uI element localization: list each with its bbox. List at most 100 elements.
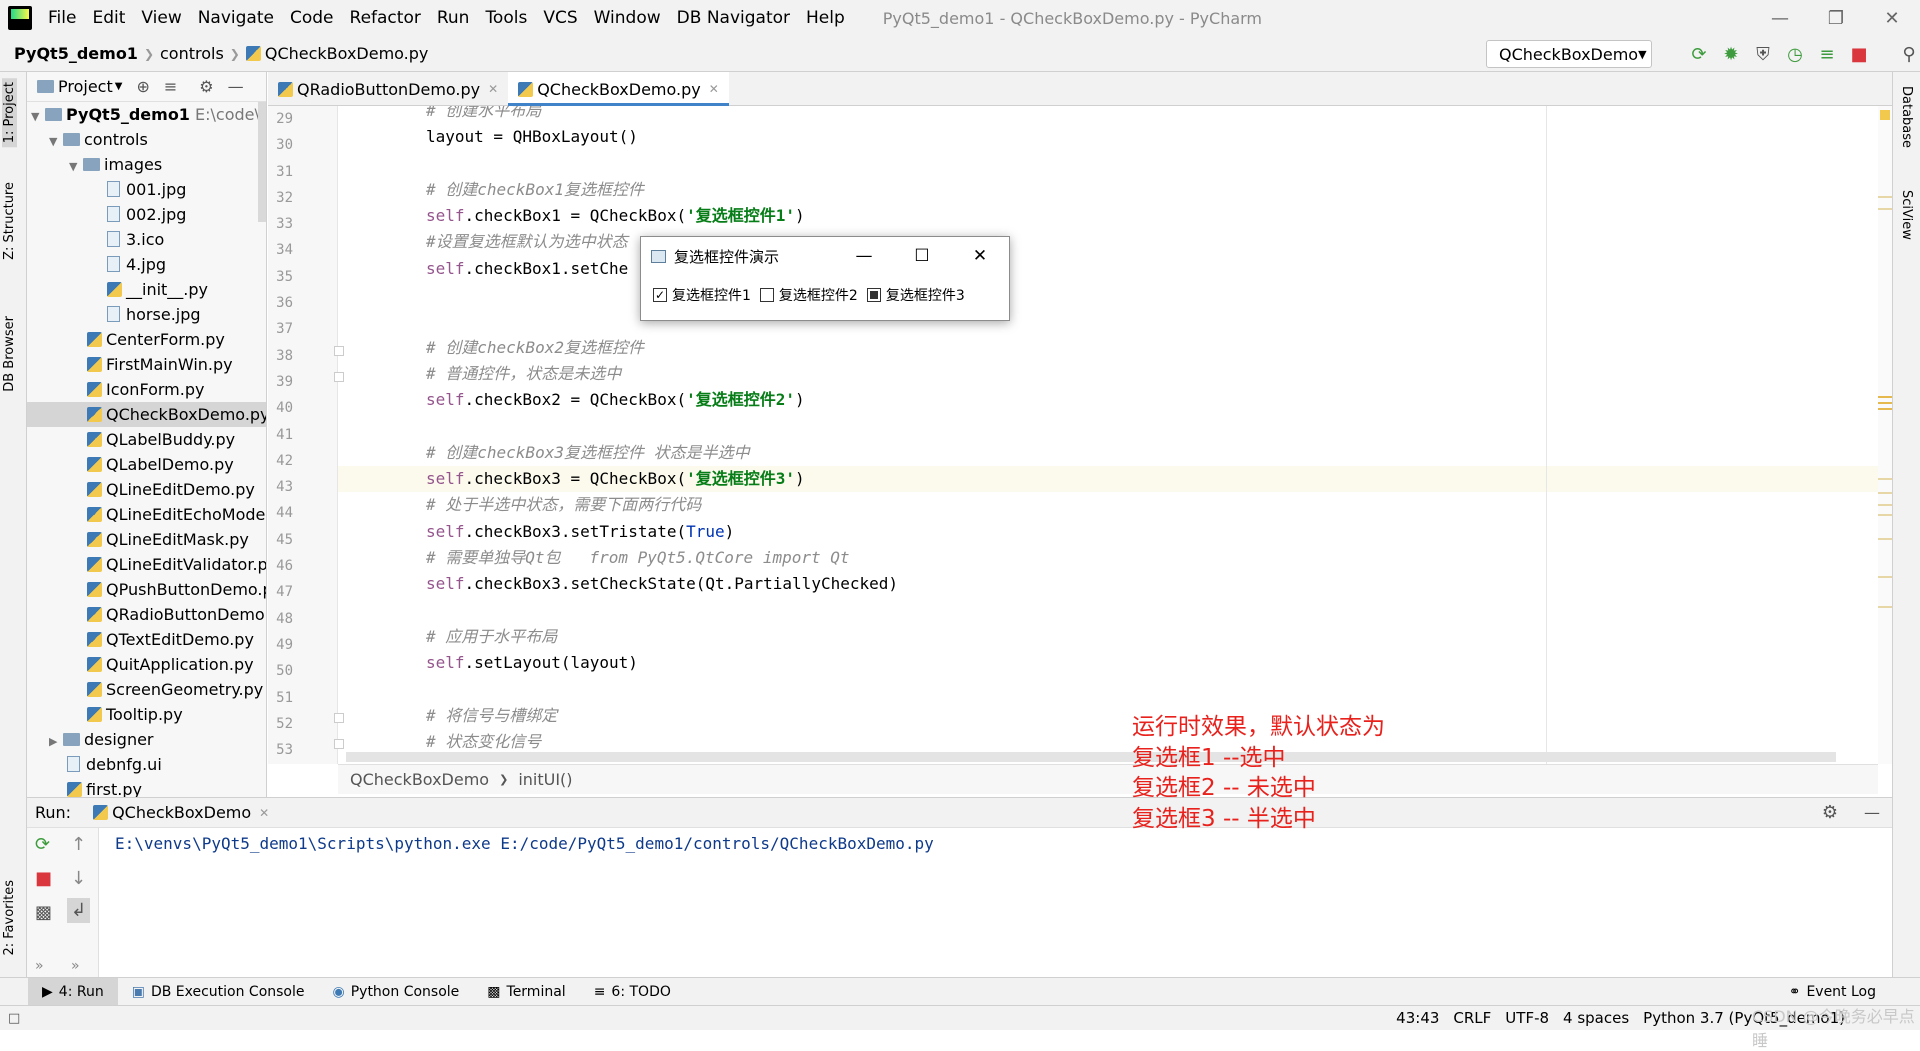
dialog-minimize-button[interactable]: — — [835, 237, 893, 275]
menu-run[interactable]: Run — [429, 0, 478, 36]
tree-node-file[interactable]: __init__.py — [27, 277, 266, 302]
search-icon[interactable]: ⚲ — [1898, 40, 1920, 68]
tab-terminal[interactable]: ▩ Terminal — [473, 978, 579, 1006]
tree-node-file[interactable]: QLineEditDemo.py — [27, 477, 266, 502]
menu-help[interactable]: Help — [798, 0, 853, 36]
tree-node-file[interactable]: QuitApplication.py — [27, 652, 266, 677]
coverage-icon[interactable]: ⛨ — [1752, 40, 1774, 68]
arrow-down-icon[interactable]: ↓ — [71, 868, 86, 889]
tree-node-file[interactable]: CenterForm.py — [27, 327, 266, 352]
hide-icon[interactable]: — — [228, 77, 244, 96]
rerun-icon[interactable]: ⟳ — [35, 834, 50, 855]
tree-node-file[interactable]: QTextEditDemo.py — [27, 627, 266, 652]
concurrency-icon[interactable]: ≡ — [1816, 40, 1838, 68]
tree-node-file[interactable]: IconForm.py — [27, 377, 266, 402]
file-encoding[interactable]: UTF-8 — [1498, 1009, 1556, 1027]
editor-horizontal-scrollbar[interactable] — [346, 752, 1836, 762]
tree-node-file[interactable]: QPushButtonDemo.p — [27, 577, 266, 602]
soft-wrap-icon[interactable]: ↲ — [67, 898, 91, 923]
tab-qradiobuttondemo[interactable]: QRadioButtonDemo.py ✕ — [268, 72, 508, 106]
menu-window[interactable]: Window — [586, 0, 669, 36]
tab-db-browser[interactable]: DB Browser — [2, 316, 17, 392]
tree-node-file[interactable]: 002.jpg — [27, 202, 266, 227]
layout-icon[interactable]: ▩ — [35, 902, 52, 923]
menu-file[interactable]: File — [40, 0, 84, 36]
tab-structure[interactable]: Z: Structure — [2, 182, 17, 260]
tab-sciview[interactable]: SciView — [1899, 190, 1914, 240]
tree-node-file[interactable]: 3.ico — [27, 227, 266, 252]
close-icon[interactable]: ✕ — [709, 82, 719, 96]
breadcrumb-class[interactable]: QCheckBoxDemo — [350, 770, 489, 789]
tree-node-file[interactable]: QRadioButtonDemo — [27, 602, 266, 627]
tree-node-controls[interactable]: ▼ controls — [27, 127, 266, 152]
stop-icon[interactable]: ■ — [35, 868, 52, 889]
tab-favorites[interactable]: 2: Favorites — [2, 880, 17, 956]
profile-icon[interactable]: ◷ — [1784, 40, 1806, 68]
tab-run[interactable]: ▶ 4: Run — [28, 977, 118, 1006]
tree-node-file[interactable]: horse.jpg — [27, 302, 266, 327]
menu-refactor[interactable]: Refactor — [342, 0, 429, 36]
tab-db-execution-console[interactable]: ▣ DB Execution Console — [118, 978, 319, 1006]
gear-icon[interactable]: ⚙ — [199, 77, 213, 96]
menu-edit[interactable]: Edit — [84, 0, 133, 36]
arrow-up-icon[interactable]: ↑ — [71, 834, 86, 855]
tree-node-designer[interactable]: ▶ designer — [27, 727, 266, 752]
minimize-button[interactable]: — — [1752, 0, 1808, 36]
tree-node-file[interactable]: QLabelBuddy.py — [27, 427, 266, 452]
breadcrumb-method[interactable]: initUI() — [518, 770, 572, 789]
caret-position[interactable]: 43:43 — [1389, 1009, 1446, 1027]
nav-project[interactable]: PyQt5_demo1 — [0, 44, 144, 63]
stop-icon[interactable]: ■ — [1848, 40, 1870, 68]
close-window-button[interactable]: ✕ — [1864, 0, 1920, 36]
tree-node-file[interactable]: QLabelDemo.py — [27, 452, 266, 477]
error-stripe[interactable] — [1878, 106, 1892, 764]
run-config-select[interactable]: QCheckBoxDemo ▼ — [1486, 40, 1652, 68]
menu-view[interactable]: View — [133, 0, 189, 36]
tree-node-file[interactable]: Tooltip.py — [27, 702, 266, 727]
tree-node-file[interactable]: QLineEditValidator.p — [27, 552, 266, 577]
tree-node-file[interactable]: ScreenGeometry.py — [27, 677, 266, 702]
tree-node-file[interactable]: debnfg.ui — [27, 752, 266, 777]
menu-db-navigator[interactable]: DB Navigator — [669, 0, 798, 36]
more-icon[interactable]: » — [71, 958, 80, 974]
project-panel-title[interactable]: Project — [58, 77, 113, 96]
run-tab[interactable]: QCheckBoxDemo — [112, 803, 251, 822]
line-separator[interactable]: CRLF — [1446, 1009, 1498, 1027]
checkbox-2[interactable]: 复选框控件2 — [759, 285, 858, 305]
tab-database[interactable]: Database — [1899, 86, 1914, 148]
dialog-close-button[interactable]: ✕ — [951, 237, 1009, 275]
rerun-icon[interactable]: ⟳ — [1688, 40, 1710, 68]
locate-icon[interactable]: ⊕ — [136, 77, 149, 96]
restore-button[interactable]: ❐ — [1808, 0, 1864, 36]
collapse-all-icon[interactable]: ≡ — [164, 77, 177, 96]
warning-indicator-icon[interactable] — [1880, 110, 1890, 120]
tree-node-file-selected[interactable]: QCheckBoxDemo.py — [27, 402, 266, 427]
nav-file[interactable]: QCheckBoxDemo.py — [265, 44, 429, 63]
menu-tools[interactable]: Tools — [477, 0, 535, 36]
tree-node-file[interactable]: FirstMainWin.py — [27, 352, 266, 377]
tree-node-file[interactable]: 4.jpg — [27, 252, 266, 277]
menu-vcs[interactable]: VCS — [535, 0, 585, 36]
hide-icon[interactable]: — — [1864, 803, 1880, 822]
tab-python-console[interactable]: ◉ Python Console — [319, 978, 474, 1006]
checkbox-partial-icon[interactable] — [866, 288, 881, 302]
tree-node-file[interactable]: QLineEditMask.py — [27, 527, 266, 552]
checkbox-checked-icon[interactable]: ✓ — [653, 288, 667, 302]
nav-folder[interactable]: controls — [154, 44, 230, 63]
menu-code[interactable]: Code — [282, 0, 342, 36]
gear-icon[interactable]: ⚙ — [1822, 802, 1838, 823]
close-icon[interactable]: ✕ — [488, 82, 498, 96]
tree-node-root[interactable]: ▼PyQt5_demo1 E:\code\Py — [27, 102, 266, 127]
tree-node-images[interactable]: ▼ images — [27, 152, 266, 177]
tab-qcheckboxdemo[interactable]: QCheckBoxDemo.py ✕ — [508, 72, 729, 106]
code-editor[interactable]: # 创建水平布局 layout = QHBoxLayout() # 创建chec… — [338, 106, 1878, 764]
tab-todo[interactable]: ≡ 6: TODO — [580, 978, 685, 1006]
checkbox-unchecked-icon[interactable] — [759, 288, 774, 302]
indent-setting[interactable]: 4 spaces — [1556, 1009, 1636, 1027]
checkbox-3[interactable]: 复选框控件3 — [866, 285, 965, 305]
event-log-button[interactable]: ⚭ Event Log — [1775, 978, 1890, 1006]
menu-navigate[interactable]: Navigate — [190, 0, 282, 36]
tree-node-file[interactable]: first.py — [27, 777, 266, 797]
layout-toggle-icon[interactable]: □ — [8, 1011, 20, 1026]
project-scrollbar[interactable] — [258, 102, 266, 222]
